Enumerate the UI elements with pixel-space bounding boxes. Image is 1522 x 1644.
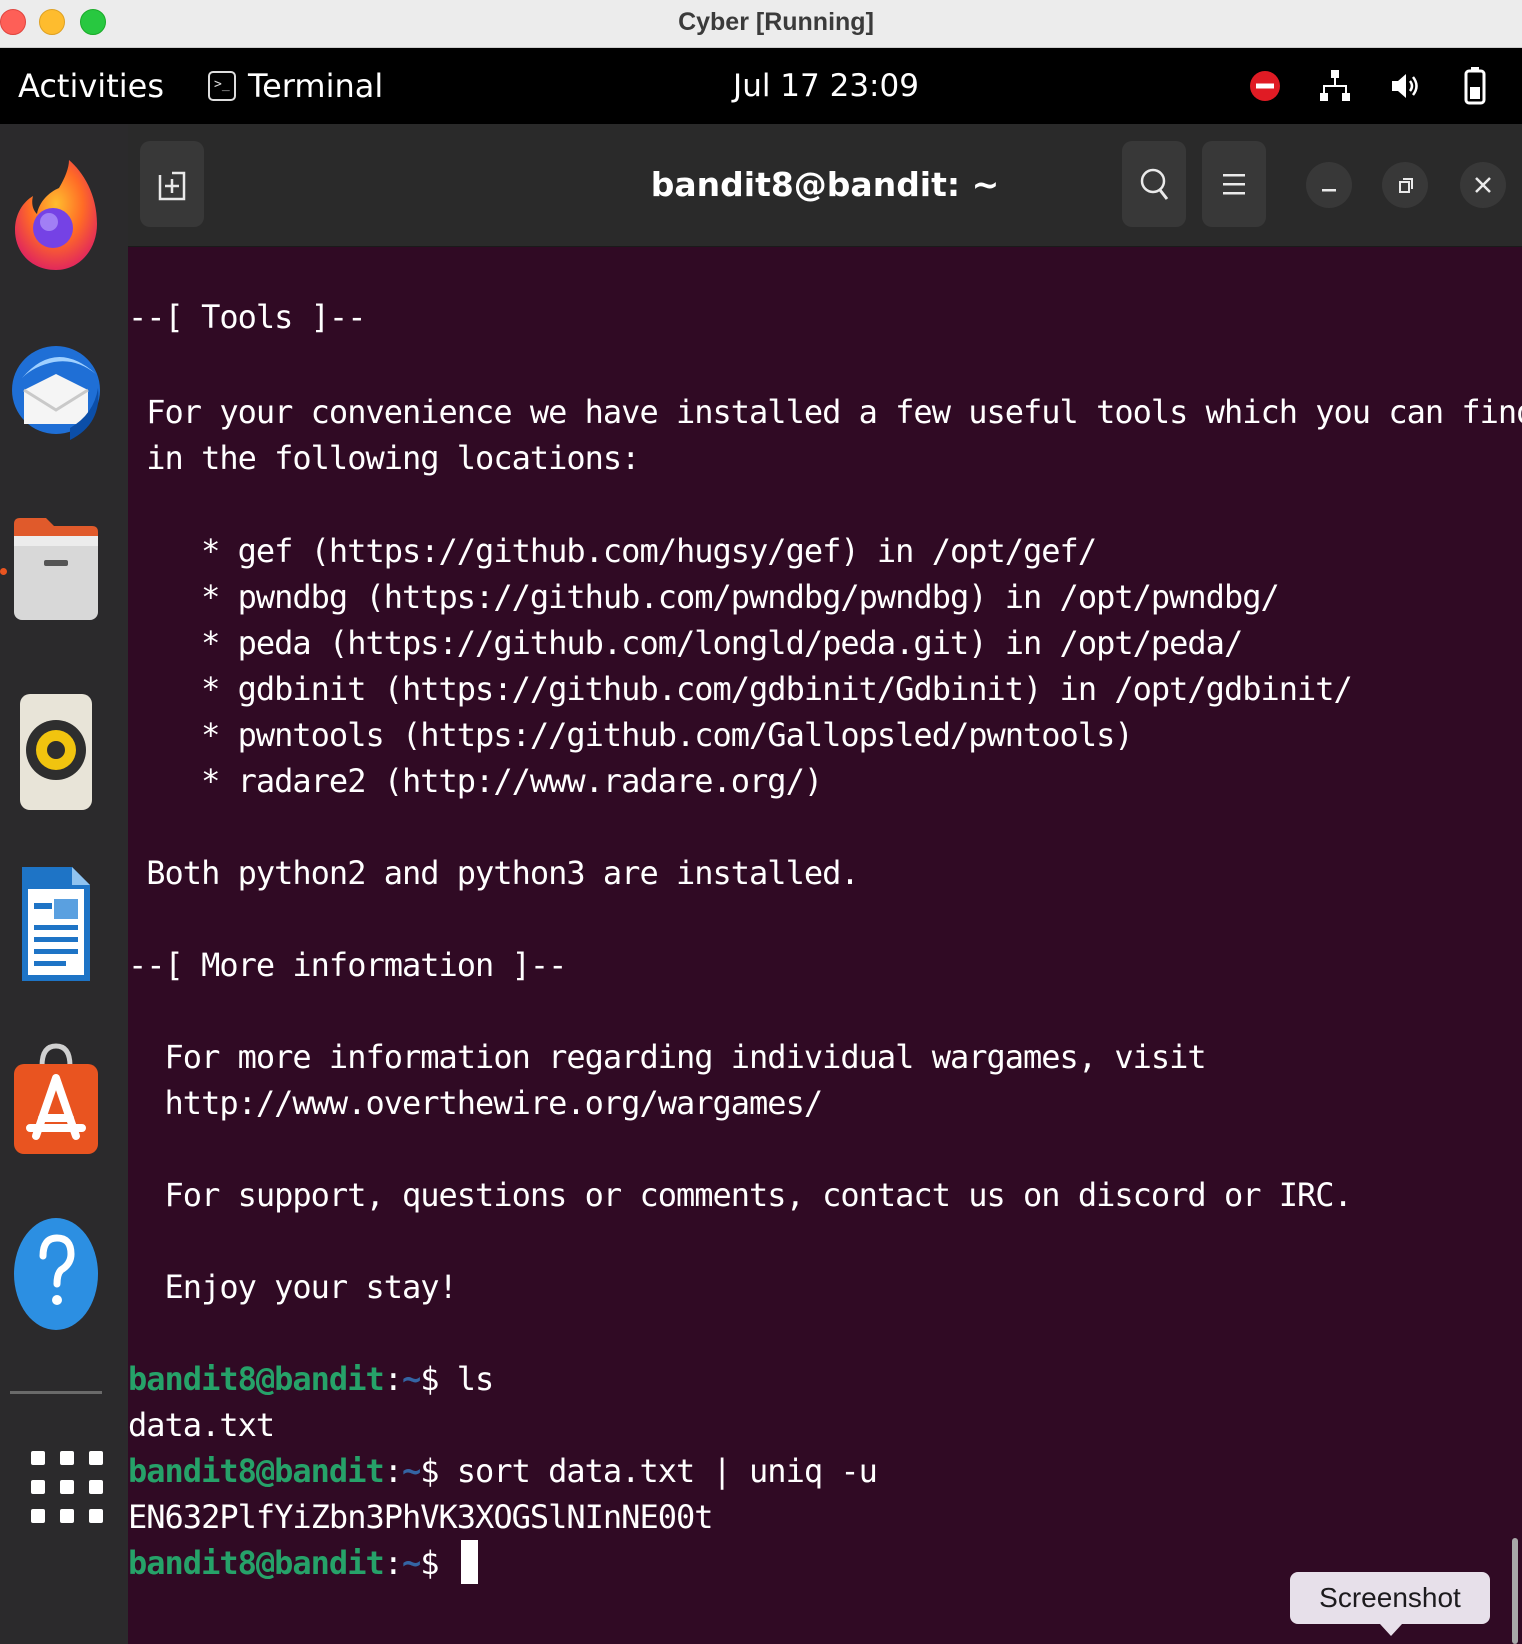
libreoffice-writer-icon[interactable] <box>10 864 102 984</box>
terminal-title: bandit8@bandit: ~ <box>650 165 1000 204</box>
help-icon[interactable] <box>10 1214 102 1334</box>
dock-separator <box>10 1391 102 1394</box>
do-not-disturb-icon[interactable] <box>1248 66 1282 106</box>
command-text: ls <box>456 1360 495 1398</box>
close-icon <box>1475 177 1491 193</box>
prompt-line-active[interactable]: bandit8@bandit:~$ <box>128 1540 478 1586</box>
search-button[interactable] <box>1122 141 1186 227</box>
prompt-separator: : <box>383 1452 403 1490</box>
prompt-separator: : <box>383 1544 403 1582</box>
prompt-path: ~ <box>401 1544 421 1582</box>
command-output: EN632PlfYiZbn3PhVK3XOGSlNInNE00t <box>128 1498 713 1536</box>
terminal-line: Both python2 and python3 are installed. <box>128 854 859 892</box>
host-window-title: Cyber [Running] <box>678 8 874 36</box>
prompt-user: bandit8@bandit <box>128 1544 385 1582</box>
firefox-icon[interactable] <box>10 156 102 276</box>
terminal-line: * gdbinit (https://github.com/gdbinit/Gd… <box>128 670 1353 708</box>
new-tab-button[interactable] <box>140 141 204 227</box>
terminal-line: Enjoy your stay! <box>128 1268 458 1306</box>
terminal-app-icon: >_ <box>208 71 236 101</box>
terminal-headerbar: bandit8@bandit: ~ <box>128 124 1522 247</box>
dock <box>0 124 128 1644</box>
rhythmbox-icon[interactable] <box>10 692 102 812</box>
menu-button[interactable] <box>1202 141 1266 227</box>
app-grid-icon[interactable] <box>10 1430 110 1530</box>
prompt-separator: : <box>383 1360 403 1398</box>
prompt-path: ~ <box>401 1360 421 1398</box>
search-icon <box>1140 168 1169 200</box>
terminal-output[interactable]: --[ Tools ]-- For your convenience we ha… <box>128 246 1522 1644</box>
prompt-user: bandit8@bandit <box>128 1452 385 1490</box>
ubuntu-software-icon[interactable] <box>10 1038 102 1158</box>
prompt-user: bandit8@bandit <box>128 1360 385 1398</box>
maximize-button[interactable] <box>1382 162 1428 208</box>
prompt-line: bandit8@bandit:~$ ls <box>128 1356 495 1402</box>
system-tray[interactable] <box>1248 48 1492 124</box>
terminal-scrollbar[interactable] <box>1512 1538 1518 1644</box>
prompt-symbol: $ <box>420 1452 457 1490</box>
files-running-indicator <box>0 568 7 575</box>
host-window-titlebar: Cyber [Running] <box>0 0 1522 48</box>
command-text: sort data.txt | uniq -u <box>456 1452 878 1490</box>
terminal-line: --[ Tools ]-- <box>128 298 366 336</box>
activities-button[interactable]: Activities <box>18 48 164 124</box>
terminal-line: * pwndbg (https://github.com/pwndbg/pwnd… <box>128 578 1280 616</box>
clock[interactable]: Jul 17 23:09 <box>733 68 919 104</box>
terminal-line: --[ More information ]-- <box>128 946 567 984</box>
battery-icon[interactable] <box>1458 66 1492 106</box>
minimize-icon <box>1322 189 1336 192</box>
prompt-path: ~ <box>401 1452 421 1490</box>
files-icon[interactable] <box>10 508 102 628</box>
terminal-line: For support, questions or comments, cont… <box>128 1176 1353 1214</box>
app-menu[interactable]: >_ Terminal <box>208 48 383 124</box>
prompt-symbol: $ <box>420 1360 457 1398</box>
command-output: data.txt <box>128 1406 275 1444</box>
terminal-line: http://www.overthewire.org/wargames/ <box>128 1084 824 1122</box>
close-button[interactable] <box>1460 162 1506 208</box>
ubuntu-top-bar: Activities >_ Terminal Jul 17 23:09 <box>0 48 1522 124</box>
prompt-line: bandit8@bandit:~$ sort data.txt | uniq -… <box>128 1448 878 1494</box>
screenshot-tooltip: Screenshot <box>1290 1572 1490 1636</box>
prompt-symbol: $ <box>420 1544 457 1582</box>
volume-icon[interactable] <box>1388 66 1422 106</box>
terminal-line: For your convenience we have installed a… <box>128 393 1522 431</box>
restore-icon <box>1399 178 1413 193</box>
terminal-line: * peda (https://github.com/longld/peda.g… <box>128 624 1243 662</box>
terminal-line: For more information regarding individua… <box>128 1038 1207 1076</box>
app-menu-label: Terminal <box>248 67 384 105</box>
thunderbird-icon[interactable] <box>10 330 102 450</box>
network-icon[interactable] <box>1318 66 1352 106</box>
terminal-line: * radare2 (http://www.radare.org/) <box>128 762 823 800</box>
terminal-line: * pwntools (https://github.com/Gallopsle… <box>128 716 1134 754</box>
terminal-line: * gef (https://github.com/hugsy/gef) in … <box>128 532 1097 570</box>
terminal-window: bandit8@bandit: ~ --[ Tools ]-- For your… <box>128 124 1522 1644</box>
new-tab-icon <box>158 169 186 201</box>
hamburger-menu-icon <box>1223 174 1245 195</box>
minimize-button[interactable] <box>1306 162 1352 208</box>
terminal-line: in the following locations: <box>128 439 640 477</box>
text-cursor <box>460 1540 478 1584</box>
